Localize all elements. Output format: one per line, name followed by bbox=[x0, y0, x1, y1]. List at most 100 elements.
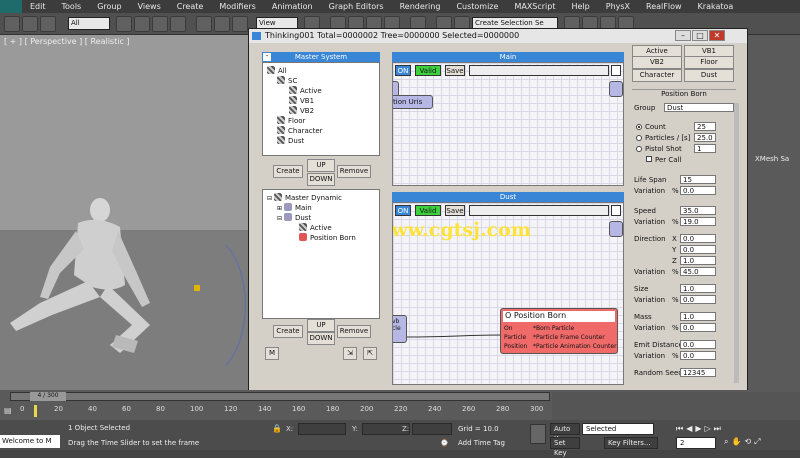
dust-graph-menu-icon[interactable] bbox=[611, 205, 621, 216]
lifespan-variation-field[interactable]: 0.0 bbox=[680, 186, 716, 195]
tree-item-active[interactable]: Active bbox=[289, 86, 322, 95]
dynamic-remove-button[interactable]: Remove bbox=[337, 325, 371, 338]
system-create-button[interactable]: Create bbox=[273, 165, 303, 178]
time-slider-thumb[interactable]: 4 / 300 bbox=[30, 392, 66, 401]
undo-icon[interactable] bbox=[4, 16, 20, 32]
lifespan-field[interactable]: 15 bbox=[680, 175, 716, 184]
set-key-icon[interactable] bbox=[530, 424, 546, 444]
port-on[interactable]: On bbox=[504, 324, 527, 333]
scale-icon[interactable] bbox=[232, 16, 248, 32]
menu-help[interactable]: Help bbox=[564, 2, 598, 11]
redo-icon[interactable] bbox=[22, 16, 38, 32]
minimize-button[interactable]: – bbox=[675, 30, 691, 41]
tree-item-position-born[interactable]: Position Born bbox=[299, 233, 356, 242]
properties-scrollbar[interactable] bbox=[734, 103, 739, 383]
particles-radio[interactable]: Particles / [s] bbox=[636, 134, 690, 142]
menu-animation[interactable]: Animation bbox=[264, 2, 321, 11]
main-graph-canvas[interactable]: ON Valid Save tion Uris bbox=[392, 62, 624, 186]
time-slider-track[interactable] bbox=[10, 392, 550, 401]
x-coord-field[interactable] bbox=[298, 423, 346, 435]
emit-distance-field[interactable]: 0.0 bbox=[680, 340, 716, 349]
position-born-section[interactable]: Position Born bbox=[632, 89, 736, 100]
speed-field[interactable]: 35.0 bbox=[680, 206, 716, 215]
menu-graph-editors[interactable]: Graph Editors bbox=[321, 2, 392, 11]
add-time-tag-button[interactable]: Add Time Tag bbox=[458, 439, 505, 447]
menu-create[interactable]: Create bbox=[169, 2, 212, 11]
selection-filter-dropdown[interactable]: All bbox=[68, 17, 110, 30]
window-crossing-icon[interactable] bbox=[170, 16, 186, 32]
port-position[interactable]: Position bbox=[504, 342, 527, 351]
per-call-checkbox[interactable]: Per Call bbox=[646, 156, 681, 164]
menu-rendering[interactable]: Rendering bbox=[392, 2, 449, 11]
dust-graph-canvas[interactable]: ON Valid Save www.cgtsj.com vb cle O Pos… bbox=[392, 202, 624, 385]
select-by-name-icon[interactable] bbox=[134, 16, 150, 32]
tree-item-dust[interactable]: Dust bbox=[277, 136, 304, 145]
random-seed-field[interactable]: 12345 bbox=[680, 368, 716, 377]
app-logo-icon[interactable] bbox=[0, 0, 22, 13]
maxscript-listener[interactable]: Welcome to M bbox=[0, 435, 60, 448]
nav-controls[interactable]: ⌕✋⟲⤢ bbox=[724, 437, 794, 449]
particles-field[interactable]: 25.0 bbox=[694, 133, 716, 142]
menu-customize[interactable]: Customize bbox=[448, 2, 506, 11]
group-dropdown[interactable]: Dust bbox=[664, 103, 734, 112]
dust-node-left[interactable]: vb cle bbox=[393, 315, 407, 343]
dynamic-up-button[interactable]: UP bbox=[307, 319, 335, 332]
dust-valid-button[interactable]: Valid bbox=[415, 205, 441, 216]
size-variation-field[interactable]: 0.0 bbox=[680, 295, 716, 304]
tree-item-vb1[interactable]: VB1 bbox=[289, 96, 314, 105]
expand-icon[interactable]: ⊞ bbox=[277, 205, 284, 212]
lock-icon[interactable]: 🔒 bbox=[272, 424, 282, 433]
collapse-icon[interactable]: ⊟ bbox=[267, 195, 274, 202]
current-frame-field[interactable]: 2 bbox=[676, 437, 716, 449]
menu-realflow[interactable]: RealFlow bbox=[638, 2, 690, 11]
master-dynamic-tree[interactable]: ⊟ Master Dynamic ⊞ Main ⊟ Dust Active Po… bbox=[262, 189, 380, 319]
tree-item-dust[interactable]: ⊟ Dust bbox=[277, 213, 311, 222]
tree-item-character[interactable]: Character bbox=[277, 126, 323, 135]
maximize-button[interactable]: □ bbox=[692, 30, 708, 41]
main-save-button[interactable]: Save bbox=[445, 65, 465, 76]
position-born-node[interactable]: O Position Born On Particle Position *Bo… bbox=[500, 308, 618, 354]
direction-x-field[interactable]: 0.0 bbox=[680, 234, 716, 243]
system-up-button[interactable]: UP bbox=[307, 159, 335, 172]
menu-tools[interactable]: Tools bbox=[54, 2, 90, 11]
port-particle[interactable]: Particle bbox=[504, 333, 527, 342]
mini-curve-icon[interactable]: ▤ bbox=[4, 406, 18, 418]
count-radio[interactable]: Count bbox=[636, 123, 666, 131]
tree-item-dust-active[interactable]: Active bbox=[299, 223, 332, 232]
menu-edit[interactable]: Edit bbox=[22, 2, 54, 11]
collapse-icon[interactable]: ⊟ bbox=[277, 215, 284, 222]
move-icon[interactable] bbox=[196, 16, 212, 32]
emitter-marker[interactable] bbox=[194, 285, 200, 291]
m-button[interactable]: M bbox=[265, 347, 279, 360]
time-tag-icon[interactable]: ⌚ bbox=[440, 439, 450, 448]
close-button[interactable]: ✕ bbox=[709, 30, 725, 41]
tree-item-floor[interactable]: Floor bbox=[277, 116, 305, 125]
paste-node-icon[interactable]: ⇱ bbox=[363, 347, 377, 360]
key-mode-dropdown[interactable]: Selected bbox=[582, 423, 654, 435]
main-name-field[interactable] bbox=[469, 65, 609, 76]
dust-save-button[interactable]: Save bbox=[445, 205, 465, 216]
direction-y-field[interactable]: 0.0 bbox=[680, 245, 716, 254]
rect-selection-icon[interactable] bbox=[152, 16, 168, 32]
tree-item-all[interactable]: All bbox=[267, 66, 287, 75]
key-filters-button[interactable]: Key Filters... bbox=[604, 437, 658, 449]
set-button-dust[interactable]: Dust bbox=[684, 69, 734, 82]
tree-item-sc[interactable]: SC bbox=[277, 76, 297, 85]
menu-krakatoa[interactable]: Krakatoa bbox=[690, 2, 742, 11]
pistol-shot-field[interactable]: 1 bbox=[694, 144, 716, 153]
system-down-button[interactable]: DOWN bbox=[307, 173, 335, 186]
set-button-vb2[interactable]: VB2 bbox=[632, 56, 682, 69]
direction-variation-field[interactable]: 45.0 bbox=[680, 267, 716, 276]
menu-views[interactable]: Views bbox=[130, 2, 169, 11]
copy-node-icon[interactable]: ⇲ bbox=[343, 347, 357, 360]
playback-controls[interactable]: ⏮◀▶▷⏭ bbox=[676, 424, 800, 436]
count-field[interactable]: 25 bbox=[694, 122, 716, 131]
mass-variation-field[interactable]: 0.0 bbox=[680, 323, 716, 332]
menu-group[interactable]: Group bbox=[89, 2, 129, 11]
set-button-floor[interactable]: Floor bbox=[684, 56, 734, 69]
dust-on-button[interactable]: ON bbox=[395, 205, 411, 216]
collapse-icon[interactable]: - bbox=[263, 53, 271, 61]
set-key-button[interactable]: Set Key bbox=[550, 437, 580, 457]
pistol-shot-radio[interactable]: Pistol Shot bbox=[636, 145, 682, 153]
main-node[interactable]: tion Uris bbox=[393, 95, 433, 109]
